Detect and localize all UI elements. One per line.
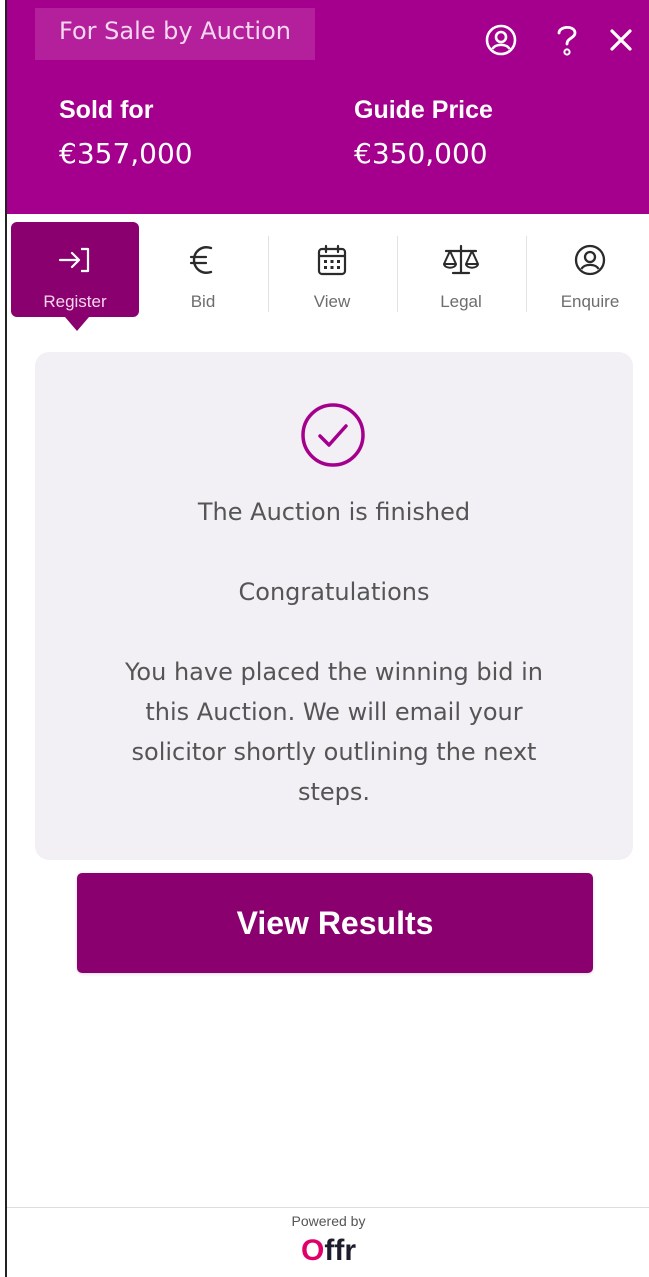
message-line: solicitor shortly outlining the next [131,738,537,766]
tab-bid-label: Bid [190,292,216,311]
sale-type-label: For Sale by Auction [35,8,315,60]
view-results-button[interactable]: View Results [77,873,593,973]
widget-frame: For Sale by Auction Sold for €357,000 Gu… [5,0,649,1277]
status-title: The Auction is finished [197,498,471,526]
tab-bid[interactable]: Bid [139,222,267,317]
winning-bid-message: You have placed the winning bid in this … [35,652,633,812]
footer-divider [7,1207,649,1208]
offr-logo[interactable]: Offr [7,1234,649,1268]
calendar-icon [315,240,349,280]
tab-divider [397,236,398,312]
message-line: You have placed the winning bid in [124,658,544,686]
offr-logo-o: O [301,1234,325,1267]
action-tabs: Register Bid View Legal Enquire [7,214,649,331]
sold-for-label: Sold for [59,96,154,124]
offr-logo-rest: ffr [324,1234,356,1267]
tab-view[interactable]: View [268,222,396,317]
check-circle-icon [300,402,366,468]
tab-divider [526,236,527,312]
sold-price-block: Sold for €357,000 [59,94,193,174]
message-line: steps. [297,778,371,806]
guide-price-value: €350,000 [354,137,488,170]
tab-register[interactable]: Register [11,222,139,331]
tab-divider [268,236,269,312]
scales-icon [441,240,481,280]
powered-by-label: Powered by [291,1213,366,1229]
guide-price-label: Guide Price [354,96,493,124]
tab-legal-label: Legal [440,292,482,311]
tab-legal[interactable]: Legal [397,222,525,317]
register-icon [57,240,93,280]
congratulations-text: Congratulations [238,578,430,606]
user-circle-icon [573,240,607,280]
euro-icon [189,240,217,280]
guide-price-block: Guide Price €350,000 [354,94,493,174]
tab-view-label: View [313,292,351,311]
auction-status-card: The Auction is finished Congratulations … [35,352,633,860]
tab-register-label: Register [43,292,107,311]
tab-enquire[interactable]: Enquire [526,222,649,317]
help-icon[interactable] [549,22,585,58]
sold-for-value: €357,000 [59,137,193,170]
tab-enquire-label: Enquire [560,292,620,311]
account-icon[interactable] [483,22,519,58]
message-line: this Auction. We will email your [145,698,523,726]
close-icon[interactable] [603,22,639,58]
auction-header: For Sale by Auction Sold for €357,000 Gu… [7,0,649,214]
